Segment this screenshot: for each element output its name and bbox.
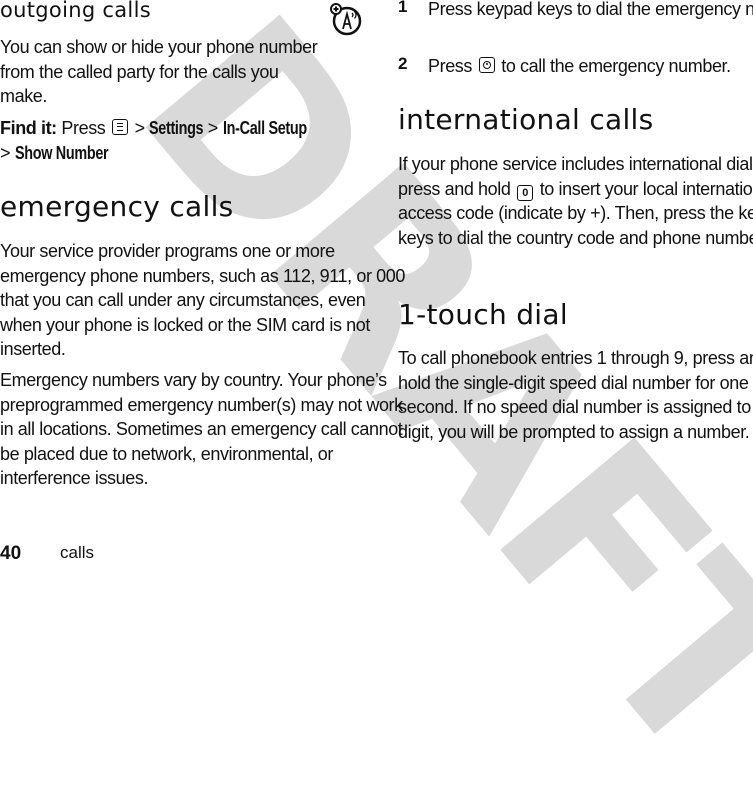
section-name: calls [60,543,95,562]
step-number: 2 [398,54,408,73]
path-separator: > [0,142,11,163]
step-text-before: Press [428,56,473,76]
find-it-path: Find it: Press > Settings > In-Call Setu… [0,116,400,165]
path-separator: > [207,118,219,138]
heading-1-touch-dial: 1-touch dial [398,298,568,331]
page-number: 40 [0,543,22,564]
network-feature-icon [330,3,362,36]
menu-key-icon [112,119,129,135]
zero-key-icon: 0 [517,184,534,201]
heading-emergency-calls: emergency calls [0,190,234,223]
step-text-after: to call the emergency number. [501,56,731,76]
menu-item-in-call-setup: In-Call Setup [222,118,307,138]
one-touch-dial-body: To call phonebook entries 1 through 9, p… [398,348,753,442]
step-text: Press to call the emergency number. [428,54,753,79]
find-it-press: Press [61,118,106,138]
outgoing-calls-body: You can show or hide your phone number f… [0,37,318,106]
step-number: 1 [398,0,408,16]
menu-item-settings: Settings [149,118,204,138]
heading-outgoing-calls: outgoing calls [0,0,151,22]
emergency-paragraph-2: Emergency numbers vary by country. Your … [0,370,403,488]
heading-international-calls: international calls [398,103,654,136]
international-calls-body: If your phone service includes internati… [398,152,753,250]
find-it-label: Find it: [0,118,57,138]
emergency-paragraph-1: Your service provider programs one or mo… [0,241,405,359]
menu-item-show-number: Show Number [14,142,109,163]
step-text: Press keypad keys to dial the emergency … [428,0,753,19]
send-key-icon [478,57,495,73]
path-separator: > [134,118,146,138]
